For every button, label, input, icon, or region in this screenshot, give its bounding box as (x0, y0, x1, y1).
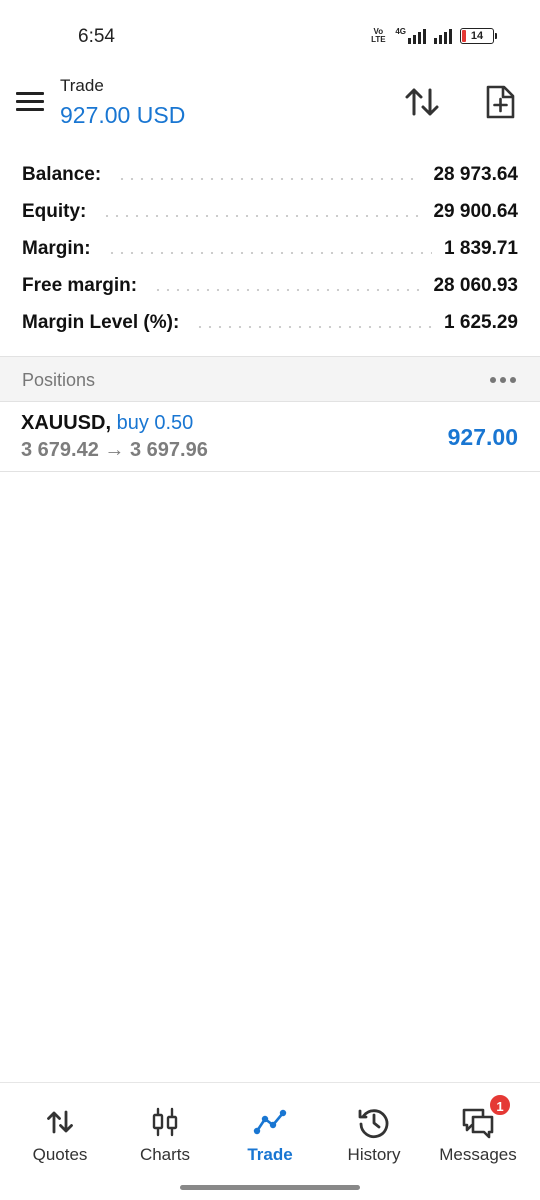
signal-icon (434, 28, 452, 44)
unread-badge: 1 (488, 1093, 512, 1117)
summary-value: 29 900.64 (433, 200, 518, 222)
nav-item-history[interactable]: History (320, 1083, 428, 1179)
total-profit: 927.00 USD (60, 102, 186, 128)
summary-label: Equity: (22, 200, 87, 222)
summary-label: Free margin: (22, 274, 138, 296)
account-summary: Balance: 28 973.64 Equity: 29 900.64 Mar… (0, 156, 540, 341)
dotted-leader (195, 325, 433, 328)
candlestick-chart-icon (152, 1107, 178, 1137)
positions-title: Positions (22, 370, 96, 390)
dotted-leader (117, 177, 422, 180)
nav-label-trade: Trade (247, 1145, 293, 1164)
page-title: Trade (60, 76, 104, 95)
app-header: Trade 927.00 USD (0, 72, 540, 138)
nav-label-charts: Charts (139, 1145, 191, 1164)
position-prices: 3 679.42 → 3 697.96 (21, 439, 208, 461)
quotes-arrows-icon (47, 1110, 73, 1134)
summary-value: 28 060.93 (433, 274, 518, 296)
battery-percent: 14 (470, 30, 484, 42)
bottom-navigation: Quotes Charts Trade History 1 Messages (0, 1082, 540, 1200)
summary-value: 28 973.64 (433, 163, 518, 185)
status-time: 6:54 (78, 26, 115, 47)
position-symbol: XAUUSD, (21, 412, 112, 434)
positions-section-header: Positions (0, 356, 540, 402)
status-icons: Vo LTE 4G 14 (369, 26, 497, 46)
volte-icon: Vo LTE (371, 27, 386, 44)
position-profit: 927.00 (447, 424, 518, 450)
signal-4g-icon: 4G (395, 28, 426, 44)
summary-row-balance: Balance: 28 973.64 (0, 156, 540, 193)
summary-row-free-margin: Free margin: 28 060.93 (0, 267, 540, 304)
nav-label-history: History (347, 1145, 401, 1164)
nav-item-trade[interactable]: Trade (216, 1083, 324, 1179)
position-title-line: XAUUSD, buy 0.50 (21, 412, 193, 435)
position-row[interactable]: XAUUSD, buy 0.50 3 679.42 → 3 697.96 927… (0, 402, 540, 472)
status-bar: 6:54 Vo LTE 4G 14 (0, 0, 540, 72)
more-options-icon[interactable] (490, 377, 516, 383)
home-indicator[interactable] (180, 1185, 360, 1190)
nav-item-charts[interactable]: Charts (111, 1083, 219, 1179)
nav-item-quotes[interactable]: Quotes (6, 1083, 114, 1179)
history-clock-icon (358, 1109, 389, 1139)
summary-row-equity: Equity: 29 900.64 (0, 193, 540, 230)
summary-label: Margin Level (%): (22, 311, 180, 333)
new-order-document-icon[interactable] (484, 84, 516, 120)
position-side-volume: buy 0.50 (116, 412, 194, 434)
summary-row-margin: Margin: 1 839.71 (0, 230, 540, 267)
summary-value: 1 625.29 (444, 311, 518, 333)
summary-label: Margin: (22, 237, 91, 259)
network-label: 4G (395, 27, 406, 36)
summary-row-margin-level: Margin Level (%): 1 625.29 (0, 304, 540, 341)
trade-line-icon (253, 1109, 287, 1135)
summary-label: Balance: (22, 163, 102, 185)
sort-arrows-icon[interactable] (404, 86, 440, 118)
nav-item-messages[interactable]: 1 Messages (424, 1083, 532, 1179)
dotted-leader (106, 251, 433, 254)
hamburger-menu-icon[interactable] (16, 92, 44, 112)
summary-value: 1 839.71 (444, 237, 518, 259)
dotted-leader (153, 288, 422, 291)
dotted-leader (102, 214, 422, 217)
nav-label-messages: Messages (439, 1145, 517, 1164)
nav-label-quotes: Quotes (32, 1145, 88, 1164)
battery-icon: 14 (460, 28, 497, 44)
